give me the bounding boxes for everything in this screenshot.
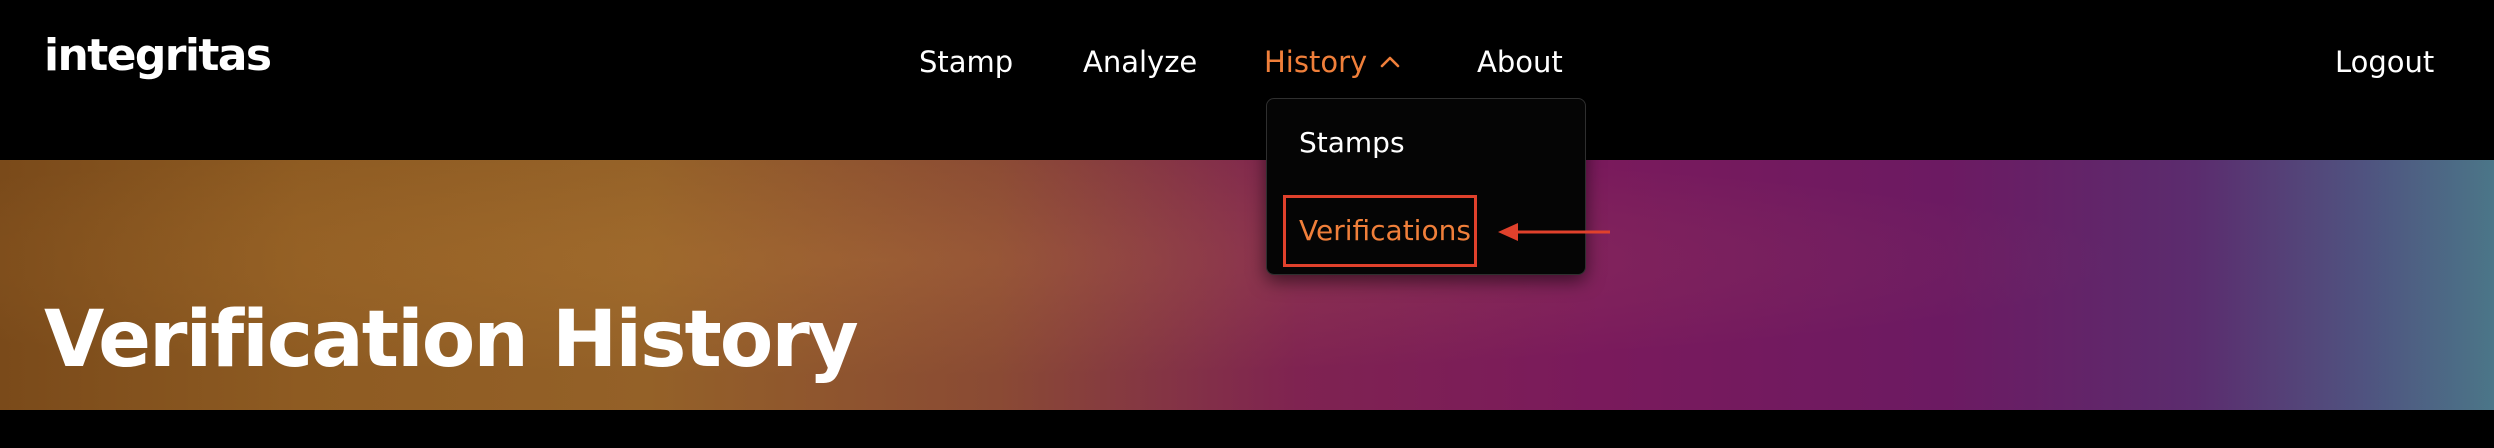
page-title: Verification History [44,295,859,386]
integritas-logo[interactable]: integritas [44,26,272,86]
nav-history-label: History [1264,45,1368,79]
nav-stamp[interactable]: Stamp [919,38,1013,86]
chevron-up-icon [1380,56,1400,68]
logout-button[interactable]: Logout [2335,38,2434,86]
menu-item-stamps[interactable]: Stamps [1299,123,1405,163]
top-navigation-bar: integritas Stamp Analyze History About L… [0,0,2494,160]
nav-history[interactable]: History [1264,38,1403,86]
annotation-highlight-box [1283,195,1477,267]
arrow-left-icon [1498,223,1610,241]
nav-about[interactable]: About [1477,38,1563,86]
content-area [0,410,2494,448]
page-hero-banner: Verification History [0,160,2494,410]
nav-analyze[interactable]: Analyze [1083,38,1197,86]
